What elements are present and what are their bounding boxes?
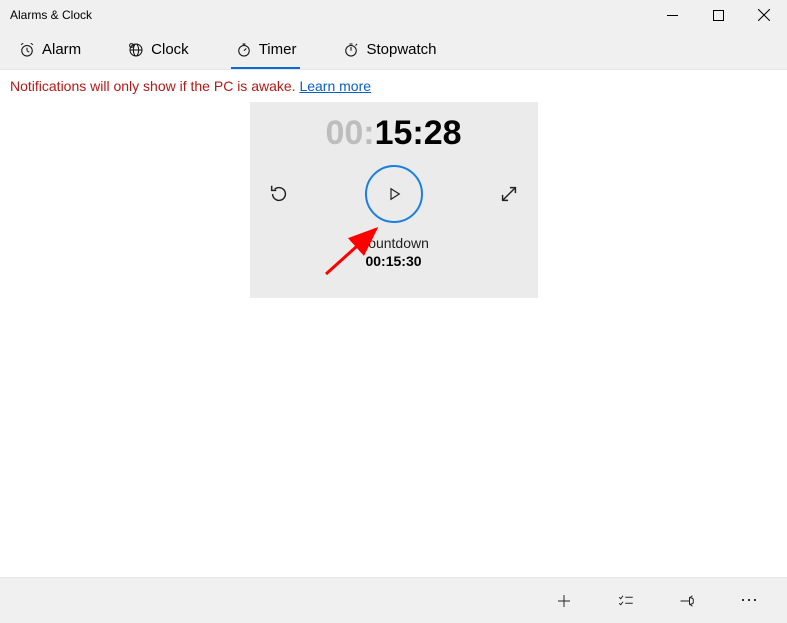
timer-controls <box>250 159 538 229</box>
timer-name: Countdown <box>250 235 538 251</box>
tab-timer[interactable]: Timer <box>225 35 307 65</box>
pin-button[interactable] <box>657 578 719 623</box>
caption-buttons <box>649 0 787 30</box>
alarm-icon <box>18 41 36 59</box>
reset-icon[interactable] <box>268 183 290 205</box>
tab-stopwatch[interactable]: Stopwatch <box>332 35 446 65</box>
tab-stopwatch-label: Stopwatch <box>366 41 436 58</box>
timer-area: 00:15:28 Countdown 00:15:30 <box>0 102 787 298</box>
minimize-button[interactable] <box>649 0 695 30</box>
close-button[interactable] <box>741 0 787 30</box>
command-bar: ⋯ <box>0 577 787 623</box>
add-timer-button[interactable] <box>533 578 595 623</box>
timer-set-value: 00:15:30 <box>250 253 538 269</box>
play-icon <box>385 185 403 203</box>
window-title: Alarms & Clock <box>0 8 92 22</box>
timer-icon <box>235 41 253 59</box>
notification-bar: Notifications will only show if the PC i… <box>0 70 787 102</box>
checklist-icon <box>617 592 635 610</box>
minimize-icon <box>667 10 678 21</box>
plus-icon <box>555 592 573 610</box>
timer-display: 00:15:28 <box>250 114 538 153</box>
tab-timer-label: Timer <box>259 41 297 58</box>
play-button[interactable] <box>365 165 423 223</box>
timer-minsec: 15:28 <box>375 114 462 152</box>
maximize-button[interactable] <box>695 0 741 30</box>
window-titlebar: Alarms & Clock <box>0 0 787 30</box>
expand-icon[interactable] <box>498 183 520 205</box>
tab-clock-label: Clock <box>151 41 189 58</box>
select-timers-button[interactable] <box>595 578 657 623</box>
tab-clock[interactable]: Clock <box>117 35 199 65</box>
timer-card[interactable]: 00:15:28 Countdown 00:15:30 <box>250 102 538 298</box>
stopwatch-icon <box>342 41 360 59</box>
ellipsis-icon: ⋯ <box>740 590 760 611</box>
maximize-icon <box>713 10 724 21</box>
tab-strip: Alarm Clock Timer Stopwatch <box>0 30 787 70</box>
world-clock-icon <box>127 41 145 59</box>
close-icon <box>758 9 770 21</box>
more-button[interactable]: ⋯ <box>719 578 781 623</box>
tab-alarm-label: Alarm <box>42 41 81 58</box>
timer-hours: 00 <box>325 114 363 152</box>
tab-alarm[interactable]: Alarm <box>8 35 91 65</box>
notification-text: Notifications will only show if the PC i… <box>10 78 299 94</box>
learn-more-link[interactable]: Learn more <box>299 78 371 94</box>
pin-icon <box>679 592 697 610</box>
timer-sep: : <box>363 114 374 152</box>
